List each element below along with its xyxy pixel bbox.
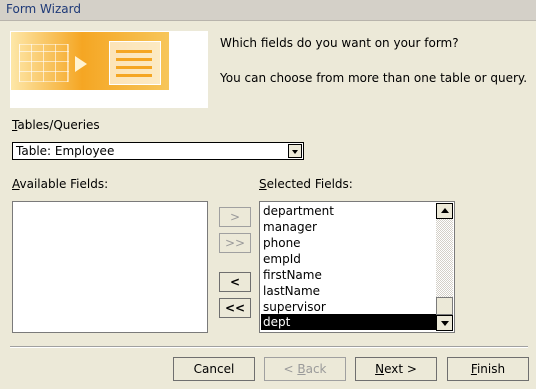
finish-button[interactable]: Finish (447, 357, 529, 381)
list-item[interactable]: supervisor (263, 299, 435, 315)
dropdown-arrow-icon[interactable] (288, 144, 302, 158)
next-button[interactable]: Next > (355, 357, 437, 381)
wizard-hint: You can choose from more than one table … (220, 71, 528, 85)
cancel-button[interactable]: Cancel (173, 357, 255, 381)
table-icon (19, 44, 69, 82)
wizard-banner (10, 31, 208, 108)
tables-queries-value: Table: Employee (16, 144, 115, 158)
list-item-selected[interactable]: dept (261, 314, 437, 330)
list-item[interactable]: phone (263, 235, 435, 251)
add-field-button[interactable]: > (219, 207, 251, 227)
form-icon (109, 41, 161, 85)
available-fields-list[interactable] (12, 201, 208, 333)
scroll-thumb[interactable] (436, 297, 453, 315)
arrow-icon (75, 56, 87, 72)
add-all-fields-button[interactable]: >> (219, 233, 251, 253)
wizard-question: Which fields do you want on your form? (220, 36, 459, 50)
tables-queries-select[interactable]: Table: Employee (12, 142, 304, 160)
list-item[interactable]: empId (263, 251, 435, 267)
scroll-down-icon[interactable] (436, 315, 453, 331)
title-bar: Form Wizard (0, 0, 536, 21)
form-wizard-illustration (11, 32, 169, 90)
list-item[interactable]: manager (263, 219, 435, 235)
back-button[interactable]: < Back (264, 357, 346, 381)
tables-queries-label: Tables/Queries (12, 118, 100, 132)
list-item[interactable]: lastName (263, 283, 435, 299)
footer-divider (10, 346, 528, 348)
selected-fields-list[interactable]: department manager phone empId firstName… (259, 201, 455, 333)
selected-fields-label: Selected Fields: (259, 177, 353, 191)
selected-fields-scrollbar[interactable] (436, 203, 453, 331)
list-item[interactable]: department (263, 203, 435, 219)
available-fields-label: Available Fields: (12, 177, 109, 191)
remove-field-button[interactable]: < (219, 272, 251, 292)
list-item[interactable]: firstName (263, 267, 435, 283)
remove-all-fields-button[interactable]: << (219, 298, 251, 318)
window-title: Form Wizard (6, 2, 81, 16)
scroll-up-icon[interactable] (436, 203, 453, 219)
